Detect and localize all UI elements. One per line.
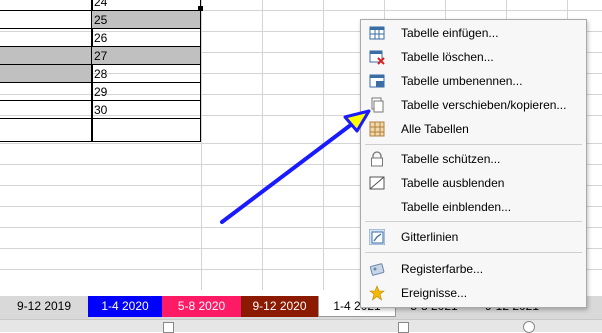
annotation-arrow <box>220 109 371 224</box>
